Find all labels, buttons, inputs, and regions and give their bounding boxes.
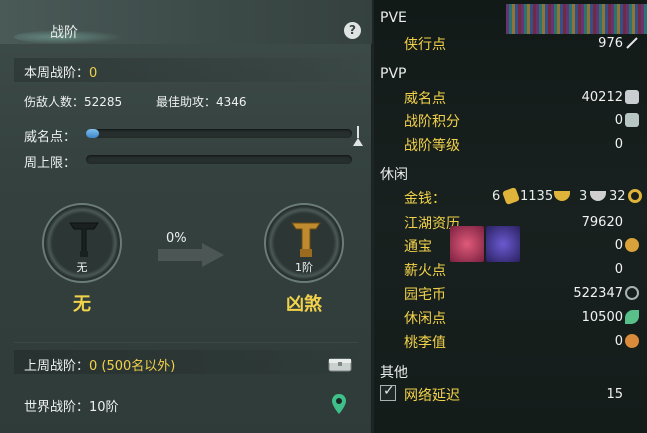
last-rank-label: 上周战阶： bbox=[24, 359, 90, 374]
current-medal-level: 无 bbox=[76, 261, 88, 274]
rank-points-icon bbox=[625, 113, 639, 127]
prestige-progress-fill bbox=[86, 129, 100, 138]
pvp-item-label-1: 战阶积分 bbox=[404, 114, 460, 130]
leisure-item-label-3: 园宅币 bbox=[404, 287, 446, 303]
banner-icon bbox=[69, 222, 99, 257]
coin-ring-icon bbox=[628, 189, 642, 203]
checkmark-icon: ✓ bbox=[383, 383, 395, 399]
leisure-item-value-5: 0 bbox=[614, 334, 623, 349]
weekly-rank-value: 0 bbox=[89, 66, 98, 81]
prestige-label: 威名点： bbox=[24, 130, 77, 145]
item-thumb-fan bbox=[486, 226, 520, 262]
kills-line: 伤敌人数：52285 bbox=[24, 93, 122, 110]
copper-ingot-icon bbox=[590, 191, 606, 201]
money-gold: 6 bbox=[492, 189, 501, 204]
best-assist-label: 最佳助攻： bbox=[156, 95, 217, 109]
weekly-rank-line: 本周战阶：0 bbox=[24, 62, 97, 81]
next-medal-level: 1阶 bbox=[295, 261, 313, 274]
money-other: 32 bbox=[609, 189, 626, 204]
location-pin-icon[interactable] bbox=[331, 393, 347, 415]
money-copper: 3 bbox=[579, 189, 588, 204]
prestige-progress-bar bbox=[86, 129, 352, 138]
leisure-item-label-1: 通宝 bbox=[404, 239, 432, 255]
war-rank-panel: 战阶 ? 本周战阶：0 伤敌人数：52285 最佳助攻：4346 威名点： 周上… bbox=[0, 0, 372, 433]
leaf-icon bbox=[625, 310, 639, 324]
panel-title: 战阶 bbox=[50, 25, 78, 41]
world-rank-line: 世界战阶：10阶 bbox=[24, 396, 119, 415]
pve-header: PVE bbox=[380, 10, 407, 26]
pvp-item-value-2: 0 bbox=[614, 137, 623, 152]
divider bbox=[14, 342, 358, 343]
pve-item-value: 976 bbox=[598, 36, 623, 51]
world-rank-label: 世界战阶： bbox=[24, 400, 90, 415]
arrow-right-icon bbox=[158, 243, 224, 267]
leisure-item-label-2: 薪火点 bbox=[404, 263, 446, 279]
pve-item-label: 侠行点 bbox=[404, 37, 446, 53]
other-item-label-0: 网络延迟 bbox=[404, 388, 460, 404]
other-header: 其他 bbox=[380, 365, 408, 381]
pvp-item-label-2: 战阶等级 bbox=[404, 138, 460, 154]
marker-icon bbox=[353, 126, 363, 146]
leisure-item-value-1: 0 bbox=[614, 238, 623, 253]
pvp-item-label-0: 威名点 bbox=[404, 91, 446, 107]
currency-panel: PVE 侠行点 976 PVP 威名点 40212 战阶积分 0 战阶等级 0 … bbox=[374, 0, 647, 433]
last-rank-line: 上周战阶：0 (500名以外) bbox=[24, 355, 175, 374]
panel-header: 战阶 ? bbox=[0, 0, 372, 44]
leisure-item-value-3: 522347 bbox=[573, 286, 623, 301]
money-silver: 1135 bbox=[520, 189, 554, 204]
prestige-icon bbox=[625, 90, 639, 104]
weekly-cap-progress-bar bbox=[86, 155, 352, 164]
pen-icon bbox=[626, 37, 638, 49]
current-medal[interactable]: 无 bbox=[42, 203, 122, 283]
leisure-item-value-0: 79620 bbox=[581, 215, 623, 230]
leisure-item-value-2: 0 bbox=[614, 262, 623, 277]
spiral-icon bbox=[625, 286, 639, 300]
banner-gold-icon bbox=[291, 222, 321, 257]
leisure-item-label-4: 休闲点 bbox=[404, 311, 446, 327]
kills-label: 伤敌人数： bbox=[24, 95, 85, 109]
kills-value: 52285 bbox=[84, 95, 123, 109]
pvp-item-value-1: 0 bbox=[614, 113, 623, 128]
best-assist-value: 4346 bbox=[216, 95, 247, 109]
latency-checkbox[interactable]: ✓ bbox=[380, 383, 396, 401]
pvp-item-value-0: 40212 bbox=[581, 90, 623, 105]
current-rank-name: 无 bbox=[73, 294, 91, 315]
help-icon[interactable]: ? bbox=[344, 22, 361, 39]
weekly-cap-label: 周上限： bbox=[24, 156, 77, 171]
leisure-item-label-5: 桃李值 bbox=[404, 335, 446, 351]
background-stripe-decoration bbox=[506, 4, 647, 34]
last-rank-value: 0 (500名以外) bbox=[89, 359, 176, 374]
silver-ingot-icon bbox=[554, 191, 570, 201]
pvp-header: PVP bbox=[380, 66, 407, 82]
other-item-value-0: 15 bbox=[606, 387, 623, 402]
gold-ingot-icon bbox=[502, 187, 520, 205]
leisure-item-value-4: 10500 bbox=[581, 310, 623, 325]
weekly-rank-label: 本周战阶： bbox=[24, 66, 90, 81]
chest-icon[interactable] bbox=[328, 356, 352, 372]
leisure-header: 休闲 bbox=[380, 167, 408, 183]
next-rank-name: 凶煞 bbox=[286, 294, 322, 315]
coin-icon bbox=[625, 238, 639, 252]
best-assist-line: 最佳助攻：4346 bbox=[156, 93, 247, 110]
gourd-icon bbox=[625, 334, 639, 348]
item-thumb-flower bbox=[450, 226, 484, 262]
money-label: 金钱： bbox=[404, 191, 446, 207]
next-medal[interactable]: 1阶 bbox=[264, 203, 344, 283]
world-rank-value: 10阶 bbox=[89, 400, 119, 415]
